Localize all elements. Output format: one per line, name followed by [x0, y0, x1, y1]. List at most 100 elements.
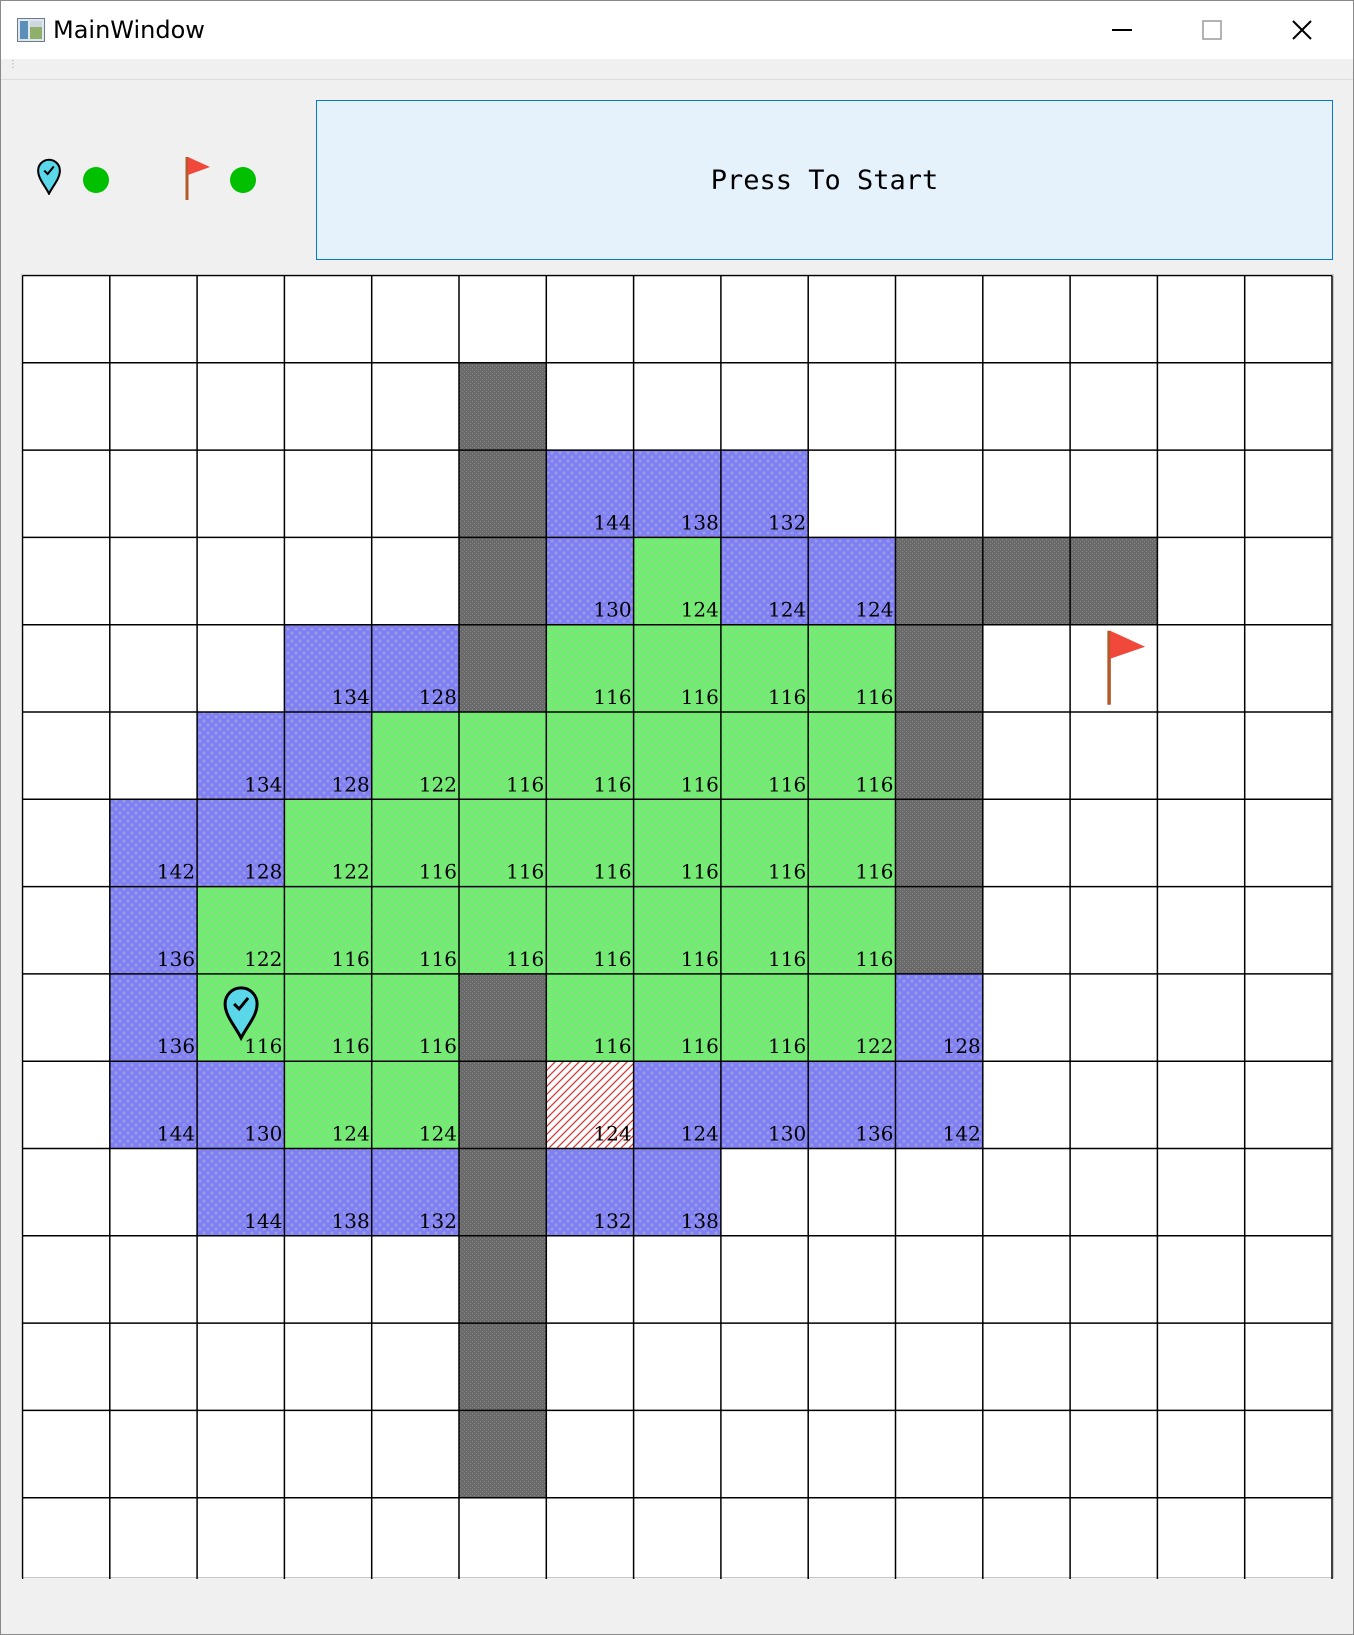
- main-window: MainWindow ⋮ Press To Start 144 138 132 …: [0, 0, 1354, 1635]
- cell-cost-label: 124: [332, 1122, 370, 1146]
- wall-cell[interactable]: [895, 624, 983, 712]
- cell-cost-label: 116: [681, 685, 719, 709]
- cell-cost-label: 124: [681, 598, 719, 622]
- cell-cost-label: 128: [244, 860, 282, 884]
- goal-status-indicator: [230, 167, 256, 193]
- wall-cell[interactable]: [895, 886, 983, 974]
- cell-cost-label: 134: [244, 772, 282, 796]
- cell-cost-label: 116: [681, 947, 719, 971]
- cell-cost-label: 128: [419, 685, 457, 709]
- cell-cost-label: 124: [681, 1122, 719, 1146]
- cell-cost-label: 130: [593, 598, 631, 622]
- cell-cost-label: 144: [244, 1209, 282, 1233]
- wall-cell[interactable]: [459, 450, 547, 538]
- wall-cell[interactable]: [895, 799, 983, 887]
- map-pin-icon: [37, 158, 61, 195]
- wall-cell[interactable]: [459, 362, 547, 451]
- maximize-button[interactable]: [1167, 1, 1257, 59]
- cell-cost-label: 116: [681, 860, 719, 884]
- cell-cost-label: 116: [681, 1034, 719, 1058]
- cell-cost-label: 136: [157, 1034, 195, 1058]
- wall-cell[interactable]: [459, 537, 547, 625]
- cell-cost-label: 116: [332, 1034, 370, 1058]
- cell-cost-label: 132: [593, 1209, 631, 1233]
- cell-cost-label: 144: [593, 510, 631, 534]
- red-flag-icon: [185, 157, 210, 200]
- window-title: MainWindow: [53, 16, 205, 44]
- cell-cost-label: 116: [768, 947, 806, 971]
- cell-cost-label: 116: [332, 947, 370, 971]
- wall-cell[interactable]: [459, 624, 547, 712]
- cell-cost-label: 122: [332, 860, 370, 884]
- toolbar-strip: ⋮: [1, 59, 1353, 80]
- cell-cost-label: 124: [419, 1122, 457, 1146]
- cell-cost-label: 116: [681, 772, 719, 796]
- cell-cost-label: 116: [855, 947, 893, 971]
- cell-cost-label: 116: [768, 860, 806, 884]
- start-button[interactable]: Press To Start: [316, 100, 1333, 260]
- cell-cost-label: 116: [419, 947, 457, 971]
- cell-cost-label: 116: [593, 947, 631, 971]
- cell-cost-label: 138: [332, 1209, 370, 1233]
- cell-cost-label: 128: [332, 772, 370, 796]
- cell-cost-label: 132: [419, 1209, 457, 1233]
- cell-cost-label: 132: [768, 510, 806, 534]
- cell-cost-label: 124: [855, 598, 893, 622]
- cell-cost-label: 136: [157, 947, 195, 971]
- close-icon: [1292, 20, 1312, 40]
- minimize-icon: [1112, 29, 1132, 31]
- cell-cost-label: 116: [593, 772, 631, 796]
- close-button[interactable]: [1257, 1, 1347, 59]
- wall-cell[interactable]: [459, 1148, 547, 1236]
- cell-cost-label: 128: [943, 1034, 981, 1058]
- grid-frame: 144 138 132 130 124 124 124 134 128 116 116 116 116 1…: [21, 274, 1335, 1579]
- cell-cost-label: 138: [681, 510, 719, 534]
- cell-cost-label: 122: [419, 772, 457, 796]
- goal-marker[interactable]: [1107, 630, 1146, 705]
- maximize-icon: [1202, 20, 1222, 40]
- start-status-indicator: [83, 167, 109, 193]
- wall-cell[interactable]: [459, 1235, 547, 1324]
- wall-cell[interactable]: [459, 1410, 547, 1498]
- cell-cost-label: 116: [419, 1034, 457, 1058]
- wall-cell[interactable]: [895, 537, 983, 625]
- cell-cost-label: 116: [855, 860, 893, 884]
- cell-cost-label: 142: [943, 1122, 981, 1146]
- cell-cost-label: 124: [593, 1122, 631, 1146]
- cell-cost-label: 122: [244, 947, 282, 971]
- cell-cost-label: 134: [332, 685, 370, 709]
- pathfinding-grid[interactable]: 144 138 132 130 124 124 124 134 128 116 116 116 116 1…: [22, 275, 1335, 1579]
- cell-cost-label: 116: [506, 772, 544, 796]
- cell-cost-label: 116: [855, 772, 893, 796]
- toolbar-grip[interactable]: ⋮: [8, 60, 18, 70]
- cell-cost-label: 116: [506, 860, 544, 884]
- cell-cost-label: 116: [593, 685, 631, 709]
- cell-cost-label: 116: [855, 685, 893, 709]
- wall-cell[interactable]: [895, 712, 983, 800]
- wall-cell[interactable]: [459, 1323, 547, 1411]
- wall-cell[interactable]: [459, 1061, 547, 1149]
- cell-cost-label: 116: [593, 1034, 631, 1058]
- cell-cost-label: 144: [157, 1122, 195, 1146]
- wall-cell[interactable]: [982, 537, 1071, 625]
- cell-cost-label: 130: [768, 1122, 806, 1146]
- cell-cost-label: 142: [157, 860, 195, 884]
- cell-cost-label: 116: [768, 685, 806, 709]
- title-bar[interactable]: MainWindow: [1, 1, 1353, 59]
- cell-cost-label: 136: [855, 1122, 893, 1146]
- cell-cost-label: 116: [593, 860, 631, 884]
- wall-cell[interactable]: [1070, 537, 1158, 625]
- minimize-button[interactable]: [1077, 1, 1167, 59]
- wall-cell[interactable]: [459, 973, 547, 1062]
- status-panel: [21, 141, 281, 221]
- app-icon: [17, 18, 45, 42]
- cell-cost-label: 122: [855, 1034, 893, 1058]
- cell-cost-label: 130: [244, 1122, 282, 1146]
- cell-cost-label: 124: [768, 598, 806, 622]
- cell-cost-label: 116: [419, 860, 457, 884]
- cell-cost-label: 116: [506, 947, 544, 971]
- cell-cost-label: 116: [768, 1034, 806, 1058]
- cell-cost-label: 116: [244, 1034, 282, 1058]
- cell-cost-label: 116: [768, 772, 806, 796]
- cell-cost-label: 138: [681, 1209, 719, 1233]
